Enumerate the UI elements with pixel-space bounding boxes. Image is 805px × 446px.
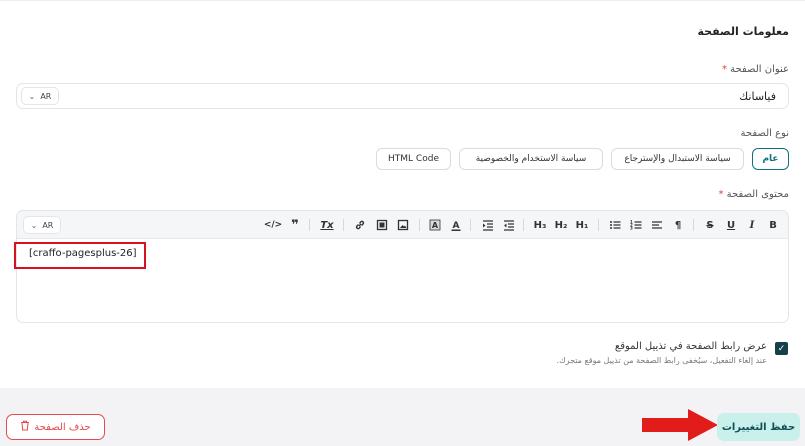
- title-language-select[interactable]: ⌄ AR: [21, 87, 59, 105]
- page-type-privacy-policy[interactable]: سياسة الاستخدام والخصوصية: [459, 148, 603, 170]
- toolbar-divider: [419, 219, 420, 231]
- required-mark: *: [721, 64, 727, 75]
- chevron-down-icon: ⌄: [28, 91, 36, 101]
- footer-link-label: عرض رابط الصفحة في تذييل الموقع: [614, 341, 767, 352]
- clear-format-icon[interactable]: Tx: [320, 217, 334, 233]
- page-title-value: فياسانك: [739, 90, 776, 103]
- footer-link-help: عند إلغاء التفعيل، سيُخفى رابط الصفحة من…: [556, 356, 767, 365]
- check-icon: ✓: [777, 343, 786, 354]
- svg-text:3: 3: [630, 226, 633, 231]
- toolbar-divider: [523, 219, 524, 231]
- save-changes-button[interactable]: حفظ التغييرات: [717, 413, 800, 441]
- page-type-html-code[interactable]: HTML Code: [376, 148, 451, 170]
- italic-button[interactable]: I: [745, 217, 759, 233]
- highlight-box: [14, 242, 146, 269]
- toolbar-divider: [309, 219, 310, 231]
- trash-icon: [20, 420, 30, 434]
- toolbar-divider: [470, 219, 471, 231]
- page-type-general[interactable]: عام: [752, 148, 789, 170]
- align-icon[interactable]: [650, 217, 664, 233]
- heading-2-button[interactable]: H₂: [554, 217, 568, 233]
- chevron-down-icon: ⌄: [30, 220, 38, 230]
- footer-link-checkbox[interactable]: ✓: [775, 342, 788, 355]
- svg-text:A: A: [432, 221, 439, 230]
- bold-button[interactable]: B: [766, 217, 780, 233]
- text-direction-icon[interactable]: ¶: [671, 217, 685, 233]
- video-icon[interactable]: [375, 217, 389, 233]
- toolbar-divider: [693, 219, 694, 231]
- editor-toolbar: ⌄ AR </> ❞ Tx A A H₃ H₂ H₁ 1 2 3 ¶ S U I…: [17, 211, 788, 239]
- heading-1-button[interactable]: H₁: [575, 217, 589, 233]
- delete-page-button[interactable]: حذف الصفحة: [6, 414, 105, 440]
- image-icon[interactable]: [396, 217, 410, 233]
- text-color-icon[interactable]: A: [449, 217, 463, 233]
- page-content-label: محتوى الصفحة *: [718, 189, 789, 200]
- indent-icon[interactable]: [481, 217, 495, 233]
- content-language-select[interactable]: ⌄ AR: [23, 216, 61, 234]
- code-icon[interactable]: </>: [264, 217, 282, 233]
- page-type-label: نوع الصفحة: [740, 128, 789, 139]
- pointer-arrow-icon: [642, 409, 718, 441]
- outdent-icon[interactable]: [502, 217, 516, 233]
- strikethrough-button[interactable]: S: [703, 217, 717, 233]
- toolbar-divider: [598, 219, 599, 231]
- background-color-icon[interactable]: A: [428, 217, 442, 233]
- underline-button[interactable]: U: [724, 217, 738, 233]
- heading-3-button[interactable]: H₃: [533, 217, 547, 233]
- quote-icon[interactable]: ❞: [288, 217, 302, 233]
- page-title-label: عنوان الصفحة *: [721, 64, 789, 75]
- bullet-list-icon[interactable]: [608, 217, 622, 233]
- link-icon[interactable]: [353, 217, 367, 233]
- page-type-return-policy[interactable]: سياسة الاستبدال والإسترجاع: [611, 148, 744, 170]
- toolbar-divider: [343, 219, 344, 231]
- page-info-card: معلومات الصفحة عنوان الصفحة * فياسانك ⌄ …: [0, 0, 805, 388]
- page-title-input[interactable]: فياسانك: [16, 83, 789, 109]
- required-mark: *: [718, 189, 724, 200]
- numbered-list-icon[interactable]: 123: [629, 217, 643, 233]
- section-title: معلومات الصفحة: [697, 25, 790, 38]
